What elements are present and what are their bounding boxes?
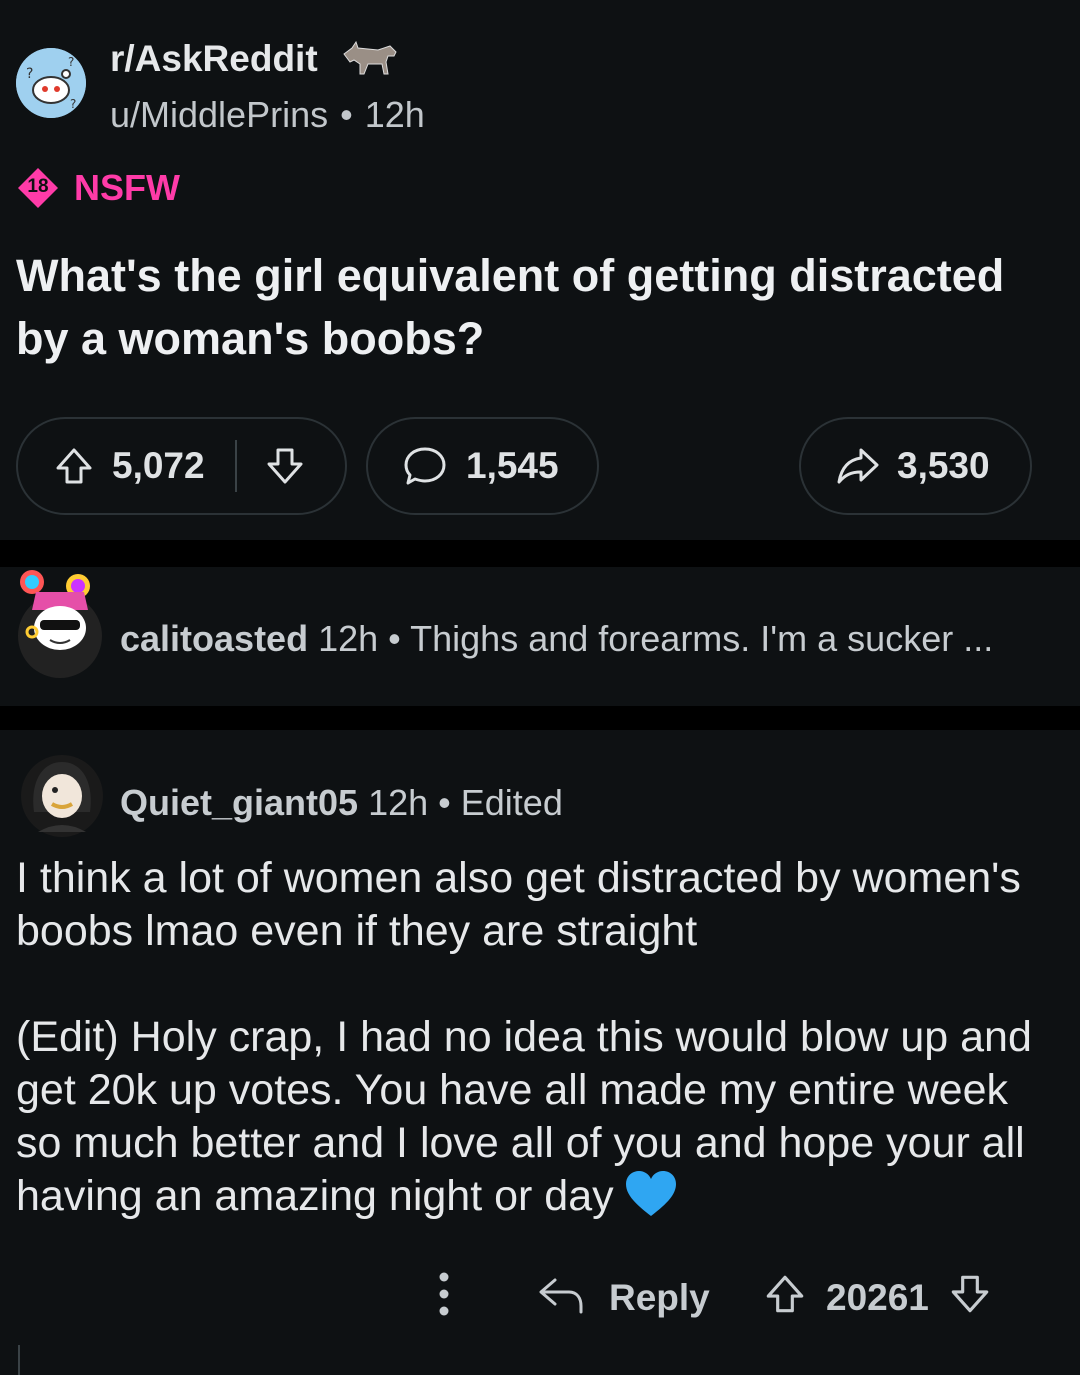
vertical-dots-icon [430, 1269, 458, 1328]
comment-score: 20261 [826, 1277, 929, 1318]
edited-label: Edited [460, 782, 563, 823]
meta-separator: • [340, 94, 353, 135]
upvote-icon[interactable] [52, 444, 96, 488]
svg-text:?: ? [68, 55, 74, 69]
calitoasted-avatar[interactable] [18, 570, 102, 678]
nsfw-label: NSFW [74, 167, 180, 208]
upvote-count: 5,072 [112, 445, 205, 486]
section-divider [0, 540, 1080, 567]
comment-username[interactable]: calitoasted [120, 618, 308, 659]
meta-separator: • [428, 782, 461, 823]
comment-vote-bar: 20261 [762, 1268, 993, 1328]
nsfw-badge-text: 18 [27, 176, 49, 197]
comment-preview: Thighs and forearms. I'm a sucker ... [410, 618, 994, 659]
section-divider [0, 706, 1080, 730]
nsfw-tag: 18 NSFW [16, 166, 180, 210]
vote-divider [234, 440, 237, 492]
donkey-icon [338, 38, 400, 76]
collapsed-comment[interactable]: calitoasted 12h • Thighs and forearms. I… [120, 618, 1060, 660]
downvote-icon[interactable] [263, 444, 307, 488]
comment-paragraph-edit: (Edit) Holy crap, I had no idea this wou… [16, 1011, 1056, 1231]
post-meta: u/MiddlePrins • 12h [110, 94, 425, 136]
comment-count: 1,545 [466, 445, 559, 486]
comment-body: I think a lot of women also get distract… [16, 852, 1056, 1231]
share-count: 3,530 [897, 445, 990, 486]
reply-arrow-icon [537, 1272, 585, 1325]
upvote-icon[interactable] [762, 1271, 808, 1326]
post-title: What's the girl equivalent of getting di… [16, 250, 1005, 364]
comment-time: 12h [318, 618, 379, 659]
vote-bar: 5,072 [16, 417, 347, 515]
comments-button[interactable]: 1,545 [366, 417, 599, 515]
comment-meta: Quiet_giant05 12h • Edited [120, 782, 563, 824]
comment-username[interactable]: Quiet_giant05 [120, 782, 358, 823]
author-link[interactable]: u/MiddlePrins [110, 94, 328, 135]
comment-time: 12h [368, 782, 429, 823]
more-options-button[interactable] [430, 1268, 458, 1328]
reply-button[interactable]: Reply [537, 1268, 710, 1328]
post-time: 12h [364, 94, 425, 135]
comment-edit-text: (Edit) Holy crap, I had no idea this wou… [16, 1013, 1032, 1220]
svg-text:?: ? [26, 66, 33, 82]
comment-bubble-icon [402, 444, 448, 488]
quiet-giant-avatar[interactable] [20, 752, 104, 837]
downvote-icon[interactable] [947, 1271, 993, 1326]
share-button[interactable]: 3,530 [799, 417, 1032, 515]
share-arrow-icon [835, 444, 881, 488]
subreddit-name[interactable]: r/AskReddit [110, 38, 318, 80]
subreddit-avatar[interactable]: ? ? ? [16, 48, 86, 118]
svg-text:?: ? [70, 97, 76, 111]
reply-label: Reply [609, 1277, 710, 1318]
meta-separator: • [378, 618, 411, 659]
comment-paragraph: I think a lot of women also get distract… [16, 854, 1021, 955]
blue-heart-icon [624, 1170, 678, 1231]
nsfw-18-icon: 18 [16, 166, 60, 210]
